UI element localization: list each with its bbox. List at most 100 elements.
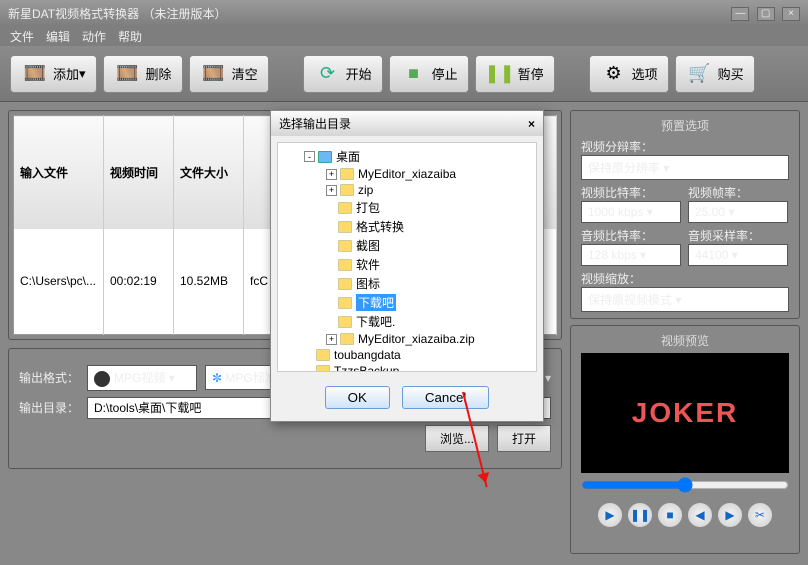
folder-dialog: 选择输出目录 × -桌面+MyEditor_xiazaiba+zip打包格式转换… — [270, 110, 544, 422]
tree-item-label: 打包 — [356, 199, 380, 216]
output-format-label: 输出格式： — [19, 369, 79, 386]
stop-button[interactable]: ■停止 — [389, 55, 469, 93]
folder-tree[interactable]: -桌面+MyEditor_xiazaiba+zip打包格式转换截图软件图标下载吧… — [277, 142, 537, 372]
expand-icon[interactable]: - — [304, 151, 315, 162]
col-file-size[interactable]: 文件大小 — [174, 116, 244, 229]
tree-item[interactable]: TzzsBackup — [284, 363, 530, 372]
play-button[interactable]: ▶ — [597, 502, 623, 528]
pb-pause-button[interactable]: ❚❚ — [627, 502, 653, 528]
delete-button[interactable]: 🎞️删除 — [103, 55, 183, 93]
add-button[interactable]: 🎞️添加 ▾ — [10, 55, 97, 93]
output-format-category[interactable]: MPG视频 ▾ — [87, 365, 197, 391]
resolution-label: 视频分辩率： — [581, 138, 789, 155]
options-button[interactable]: ⚙选项 — [589, 55, 669, 93]
tree-item-label: zip — [358, 183, 373, 197]
expand-icon[interactable]: + — [326, 334, 337, 345]
pb-prev-button[interactable]: ◀ — [687, 502, 713, 528]
dialog-title: 选择输出目录 — [279, 115, 351, 132]
pb-stop-button[interactable]: ■ — [657, 502, 683, 528]
folder-icon — [338, 221, 352, 233]
dialog-close-button[interactable]: × — [528, 117, 535, 131]
pause-icon: ❚❚ — [486, 60, 514, 88]
tree-item-label: 下载吧. — [356, 313, 395, 330]
tree-item[interactable]: 下载吧. — [284, 312, 530, 331]
preview-area: JOKER — [581, 353, 789, 473]
preset-title: 预置选项 — [581, 117, 789, 134]
expand-icon[interactable]: + — [326, 169, 337, 180]
folder-icon — [338, 316, 352, 328]
browse-button[interactable]: 浏览... — [425, 425, 489, 452]
tree-item[interactable]: 软件 — [284, 255, 530, 274]
pause-button[interactable]: ❚❚暂停 — [475, 55, 555, 93]
tree-item[interactable]: +MyEditor_xiazaiba — [284, 166, 530, 182]
dialog-cancel-button[interactable]: Cancel — [402, 386, 490, 409]
preview-slider[interactable] — [581, 477, 789, 493]
buy-button[interactable]: 🛒购买 — [675, 55, 755, 93]
tree-item-label: 格式转换 — [356, 218, 404, 235]
tree-item[interactable]: toubangdata — [284, 347, 530, 363]
audio-bitrate-label: 音频比特率： — [581, 227, 682, 244]
pb-next-button[interactable]: ▶ — [717, 502, 743, 528]
stop-icon: ■ — [400, 60, 428, 88]
refresh-icon: ⟳ — [314, 60, 342, 88]
folder-icon — [316, 365, 330, 372]
tree-item-label: 软件 — [356, 256, 380, 273]
menu-action[interactable]: 动作 — [82, 28, 106, 45]
tree-item-label: 桌面 — [336, 148, 360, 165]
tree-item[interactable]: 图标 — [284, 274, 530, 293]
zoom-select[interactable]: 保持原视频模式 ▾ — [581, 287, 789, 312]
folder-icon — [338, 278, 352, 290]
preset-panel: 预置选项 视频分辩率： 保持原分辨率 ▾ 视频比特率：1000 kbps ▾ 视… — [570, 110, 800, 319]
menu-help[interactable]: 帮助 — [118, 28, 142, 45]
start-button[interactable]: ⟳开始 — [303, 55, 383, 93]
tree-item[interactable]: - 桌面 — [284, 147, 530, 166]
tree-item[interactable]: + zip — [284, 182, 530, 198]
preview-title: 视频预览 — [581, 332, 789, 349]
film-add-icon: 🎞️ — [21, 60, 49, 88]
audio-bitrate-select[interactable]: 128 kbps ▾ — [581, 244, 681, 266]
film-delete-icon: 🎞️ — [114, 60, 142, 88]
col-input-file[interactable]: 输入文件 — [14, 116, 104, 229]
tree-item-label: toubangdata — [334, 348, 401, 362]
clear-button[interactable]: 🎞️清空 — [189, 55, 269, 93]
tree-item-label: 图标 — [356, 275, 380, 292]
menu-edit[interactable]: 编辑 — [46, 28, 70, 45]
window-title: 新星DAT视频格式转换器 （未注册版本） — [8, 5, 226, 22]
film-clear-icon: 🎞️ — [200, 60, 228, 88]
gear-icon: ⚙ — [600, 60, 628, 88]
close-button[interactable]: × — [782, 7, 800, 21]
tree-item-label: TzzsBackup — [334, 364, 399, 372]
tree-item-label: 下载吧 — [356, 294, 396, 311]
dialog-ok-button[interactable]: OK — [325, 386, 390, 409]
folder-icon — [316, 349, 330, 361]
resolution-select[interactable]: 保持原分辨率 ▾ — [581, 155, 789, 180]
open-button[interactable]: 打开 — [497, 425, 551, 452]
chevron-down-icon[interactable]: ▾ — [545, 371, 551, 385]
tree-item[interactable]: 下载吧 — [284, 293, 530, 312]
title-bar: 新星DAT视频格式转换器 （未注册版本） — ▢ × — [0, 0, 808, 26]
maximize-button[interactable]: ▢ — [757, 7, 775, 21]
tree-item[interactable]: 打包 — [284, 198, 530, 217]
video-fps-select[interactable]: 25.00 ▾ — [688, 201, 788, 223]
pb-snapshot-button[interactable]: ✂ — [747, 502, 773, 528]
tree-item[interactable]: 截图 — [284, 236, 530, 255]
menu-bar: 文件 编辑 动作 帮助 — [0, 26, 808, 46]
tree-item[interactable]: + MyEditor_xiazaiba.zip — [284, 331, 530, 347]
minimize-button[interactable]: — — [731, 7, 749, 21]
tree-item-label: MyEditor_xiazaiba.zip — [358, 332, 475, 346]
video-fps-label: 视频帧率： — [688, 184, 789, 201]
toolbar: 🎞️添加 ▾ 🎞️删除 🎞️清空 ⟳开始 ■停止 ❚❚暂停 ⚙选项 🛒购买 — [0, 46, 808, 102]
video-bitrate-select[interactable]: 1000 kbps ▾ — [581, 201, 681, 223]
menu-file[interactable]: 文件 — [10, 28, 34, 45]
preview-panel: 视频预览 JOKER ▶ ❚❚ ■ ◀ ▶ ✂ — [570, 325, 800, 554]
folder-icon — [338, 259, 352, 271]
col-video-time[interactable]: 视频时间 — [104, 116, 174, 229]
zoom-label: 视频缩放： — [581, 270, 789, 287]
expand-icon[interactable]: + — [326, 185, 337, 196]
tree-item[interactable]: 格式转换 — [284, 217, 530, 236]
cart-icon: 🛒 — [686, 60, 714, 88]
audio-samplerate-select[interactable]: 44100 ▾ — [688, 244, 788, 266]
audio-samplerate-label: 音频采样率： — [688, 227, 789, 244]
folder-icon — [338, 202, 352, 214]
video-bitrate-label: 视频比特率： — [581, 184, 682, 201]
